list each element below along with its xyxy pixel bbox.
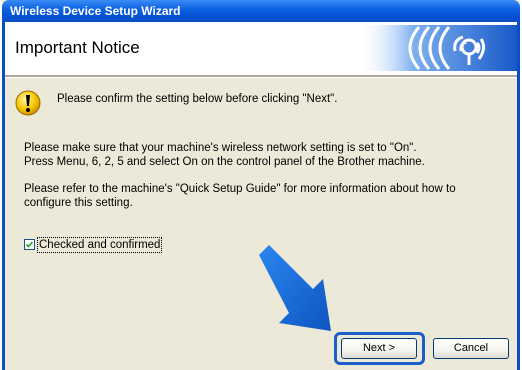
next-button[interactable]: Next > bbox=[341, 338, 417, 359]
instruction-line-1: Please make sure that your machine's wir… bbox=[24, 142, 417, 154]
confirm-checkbox-label[interactable]: Checked and confirmed bbox=[37, 237, 163, 253]
page-title: Important Notice bbox=[15, 38, 140, 57]
reference-line-2: configure this setting. bbox=[24, 197, 133, 209]
title-bar[interactable]: Wireless Device Setup Wizard bbox=[2, 0, 520, 22]
checkmark-icon bbox=[25, 241, 34, 248]
window-title: Wireless Device Setup Wizard bbox=[10, 4, 181, 18]
notice-text: Please confirm the setting below before … bbox=[57, 93, 338, 105]
reference-line-1: Please refer to the machine's "Quick Set… bbox=[24, 183, 456, 195]
pointer-arrow-icon bbox=[259, 245, 331, 331]
wizard-content: Please confirm the setting below before … bbox=[5, 78, 517, 370]
confirm-checkbox[interactable] bbox=[24, 239, 35, 250]
window-frame-right bbox=[517, 22, 520, 370]
warning-icon bbox=[15, 90, 41, 116]
wizard-window: Wireless Device Setup Wizard Important N… bbox=[2, 0, 520, 370]
wireless-signal-icon bbox=[357, 25, 517, 71]
wizard-header: Important Notice bbox=[5, 22, 517, 75]
cancel-button[interactable]: Cancel bbox=[433, 338, 509, 359]
instruction-line-2: Press Menu, 6, 2, 5 and select On on the… bbox=[24, 156, 425, 168]
